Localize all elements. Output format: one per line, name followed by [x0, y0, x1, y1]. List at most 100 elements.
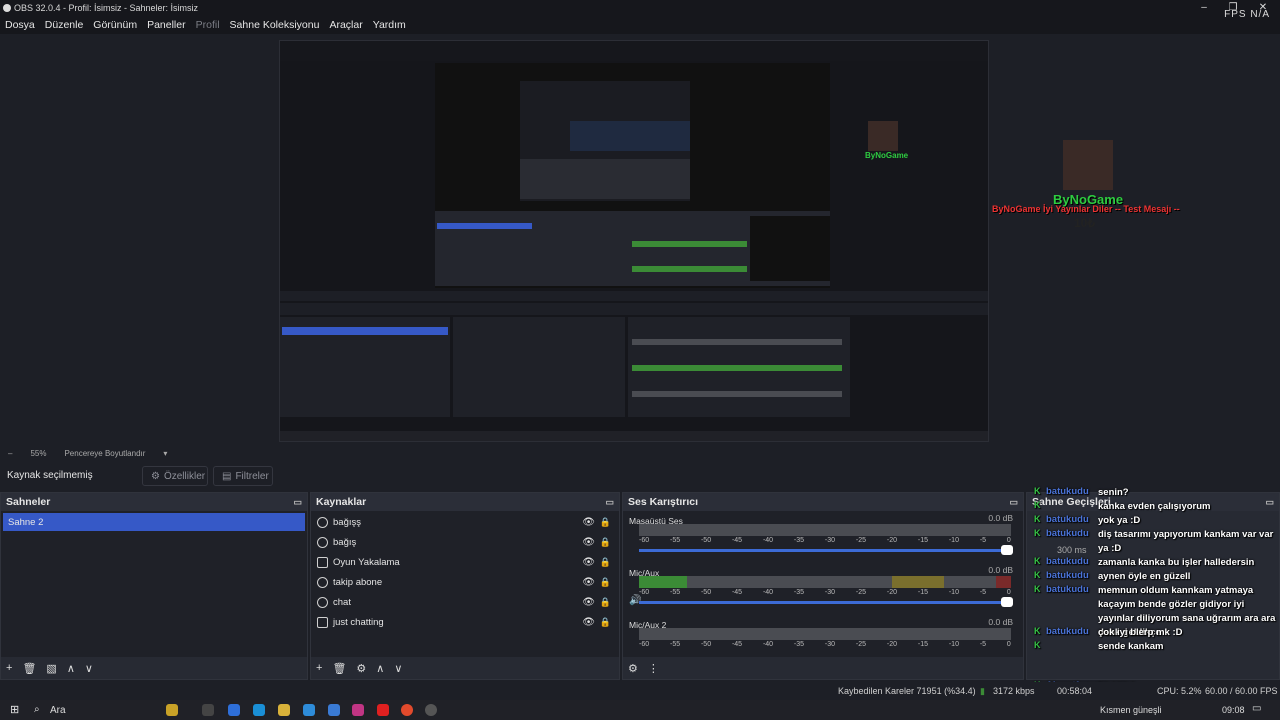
copilot-icon[interactable] — [166, 704, 178, 716]
remove-scene-icon[interactable]: 🗑 — [22, 662, 36, 675]
scene-item[interactable]: Sahne 2 — [3, 513, 305, 531]
move-up-icon[interactable]: ∧ — [376, 662, 384, 675]
menu-help[interactable]: Yardım — [373, 19, 406, 31]
volume-meter — [639, 524, 1011, 536]
chat-message: Kbatukudu senin? — [1034, 486, 1278, 500]
volume-slider[interactable] — [639, 597, 1013, 607]
menu-view[interactable]: Görünüm — [93, 19, 137, 31]
taskbar-search[interactable]: Ara — [50, 705, 66, 716]
eye-icon[interactable]: 👁 — [582, 517, 595, 528]
obs-taskbar-icon[interactable] — [425, 704, 437, 716]
svg-text:ByNoGame: ByNoGame — [865, 151, 909, 160]
chat-username: batukudu — [1046, 556, 1089, 567]
add-scene-icon[interactable]: + — [6, 662, 12, 674]
zoom-mode[interactable]: Pencereye Boyutlandır — [64, 449, 145, 458]
filters-button[interactable]: ▤ Filtreler — [213, 466, 273, 486]
eye-icon[interactable]: 👁 — [582, 597, 595, 608]
source-settings-icon[interactable]: ⚙ — [356, 662, 366, 675]
source-item[interactable]: Oyun Yakalama 👁 🔒 — [311, 552, 619, 572]
gear-icon: ⚙ — [151, 470, 160, 482]
zoom-out-button[interactable]: – — [8, 449, 12, 458]
clock: 09:08 — [1222, 705, 1245, 715]
mixer-channel: Mic/Aux 0.0 dB -60 -55 -50 -45 -40 -35 -30 -25-… — [623, 563, 1023, 615]
menu-file[interactable]: Dosya — [5, 19, 35, 31]
tick-label: -30 — [824, 641, 836, 648]
source-item[interactable]: takip abone 👁 🔒 — [311, 572, 619, 592]
mixer-settings-icon[interactable]: ⚙ — [628, 662, 638, 675]
tick-label: -20 — [886, 589, 897, 596]
dock-menu-icon[interactable]: ▭ — [605, 497, 614, 508]
dock-menu-icon[interactable]: ▭ — [293, 497, 302, 508]
chat-username: batukudu — [1046, 570, 1089, 581]
tick-label: -25 — [855, 537, 867, 544]
chat-message: Kkanka evden çalışıyorum — [1034, 500, 1278, 514]
chevron-down-icon[interactable]: ▾ — [163, 449, 167, 458]
mixer-channel: Masaüstü Ses 0.0 dB -60 -55 -50 -45 -40 -35 -3… — [623, 511, 1023, 563]
bitrate: 3172 kbps — [993, 686, 1035, 696]
dropped-frames: Kaybedilen Kareler 71951 (%34.4) — [838, 686, 976, 696]
chat-message: Kbatukudu yok ya :D — [1034, 514, 1278, 528]
eye-icon[interactable]: 👁 — [582, 557, 595, 568]
tick-label: 0 — [1006, 641, 1011, 648]
chat-username — [1046, 640, 1098, 654]
tick-label: -35 — [793, 589, 805, 596]
move-down-icon[interactable]: ∨ — [85, 662, 93, 675]
lock-icon[interactable]: 🔒 — [600, 617, 611, 628]
remove-source-icon[interactable]: 🗑 — [332, 662, 346, 675]
donation-avatar-image — [1063, 140, 1113, 190]
menu-docks[interactable]: Paneller — [147, 19, 186, 31]
tick-label: -35 — [793, 537, 805, 544]
tick-label: -45 — [731, 641, 743, 648]
menu-scene-collection[interactable]: Sahne Koleksiyonu — [230, 19, 320, 31]
chrome-icon[interactable] — [401, 704, 413, 716]
menu-edit[interactable]: Düzenle — [45, 19, 84, 31]
source-item[interactable]: bağış 👁 🔒 — [311, 532, 619, 552]
instagram-icon[interactable] — [352, 704, 364, 716]
source-item[interactable]: bağışş 👁 🔒 — [311, 512, 619, 532]
globe-icon — [317, 516, 328, 528]
chat-text: çok iyi blerp mk :D — [1098, 627, 1183, 638]
menu-profile[interactable]: Profil — [196, 19, 220, 31]
recursive-preview-image: ByNoGame — [280, 41, 988, 441]
widgets-icon[interactable] — [228, 704, 240, 716]
mail-icon[interactable] — [328, 704, 340, 716]
tick-label: -60 — [639, 537, 650, 544]
obs-logo-icon — [3, 4, 11, 12]
folder-icon[interactable] — [278, 704, 290, 716]
eye-icon[interactable]: 👁 — [582, 577, 595, 588]
source-item[interactable]: chat 👁 🔒 — [311, 592, 619, 612]
add-source-icon[interactable]: + — [316, 662, 322, 674]
zoom-percent[interactable]: 55% — [30, 449, 46, 458]
eye-icon[interactable]: 👁 — [582, 617, 595, 628]
channel-db: 0.0 dB — [988, 513, 1013, 523]
chat-message: Kbatukudu aynen öyle en güzell — [1034, 570, 1278, 584]
more-options-icon[interactable]: ⋮ — [648, 662, 659, 675]
source-item[interactable]: just chatting 👁 🔒 — [311, 612, 619, 632]
move-up-icon[interactable]: ∧ — [67, 662, 75, 675]
chat-username: batukudu — [1046, 626, 1089, 637]
dock-menu-icon[interactable]: ▭ — [1009, 497, 1018, 508]
lock-icon[interactable]: 🔒 — [600, 517, 611, 528]
lock-icon[interactable]: 🔒 — [600, 597, 611, 608]
eye-icon[interactable]: 👁 — [582, 537, 595, 548]
properties-button[interactable]: ⚙ Özellikler — [142, 466, 208, 486]
task-view-icon[interactable] — [202, 704, 214, 716]
move-down-icon[interactable]: ∨ — [394, 662, 402, 675]
windows-start-icon[interactable]: ⊞ — [10, 703, 19, 716]
minimize-icon[interactable]: – — [1193, 0, 1215, 16]
lock-icon[interactable]: 🔒 — [600, 557, 611, 568]
lock-icon[interactable]: 🔒 — [600, 537, 611, 548]
notification-icon[interactable]: ▭ — [1252, 703, 1261, 714]
kick-icon: K — [1034, 640, 1041, 650]
youtube-icon[interactable] — [377, 704, 389, 716]
tick-label: -45 — [731, 537, 743, 544]
lock-icon[interactable]: 🔒 — [600, 577, 611, 588]
channel-db: 0.0 dB — [988, 617, 1013, 627]
search-icon[interactable]: ⌕ — [34, 704, 40, 715]
volume-slider[interactable] — [639, 545, 1013, 555]
cpu-usage: CPU: 5.2% — [1157, 686, 1202, 696]
edge-icon[interactable] — [253, 704, 265, 716]
menu-tools[interactable]: Araçlar — [329, 19, 362, 31]
store-icon[interactable] — [303, 704, 315, 716]
scene-filter-icon[interactable]: ▧ — [46, 662, 56, 675]
